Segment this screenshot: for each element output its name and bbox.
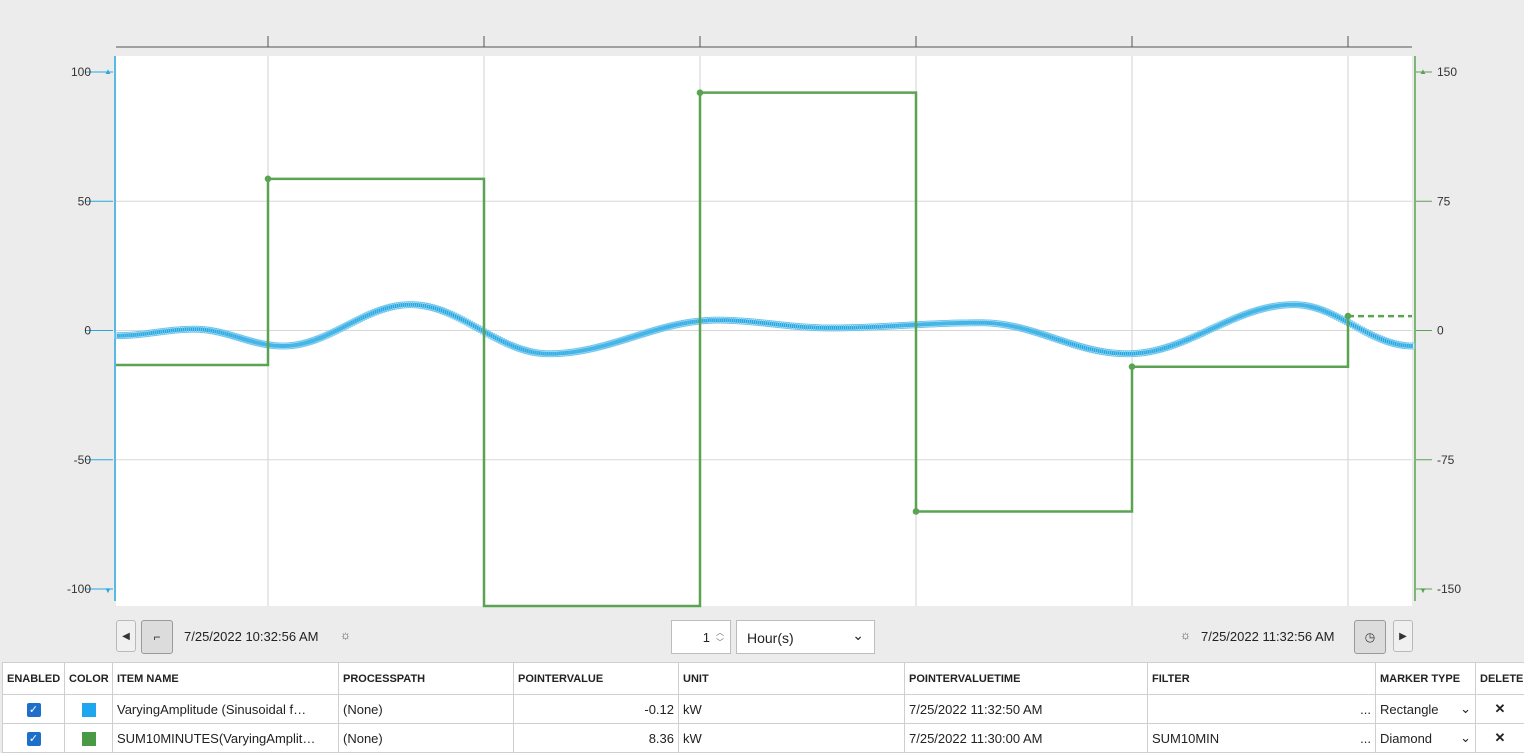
table-header-row: ENABLED COLOR ITEM NAME PROCESSPATH POIN… [3, 663, 1524, 695]
trend-chart: 100 50 0 -50 -100 150 75 0 -75 -150 ▲ ▼ ▲ ▼ [0, 0, 1524, 618]
stepper-up-icon[interactable]: ︿ [716, 629, 724, 637]
table-row: ✓ SUM10MINUTES(VaryingAmplit… (None) 8.3… [3, 724, 1524, 753]
end-time-picker-icon[interactable]: ☼ [1180, 628, 1191, 642]
enabled-cell: ✓ [3, 695, 65, 724]
left-axis-tick-label: 50 [78, 194, 92, 208]
pointervalue-cell: -0.12 [514, 695, 679, 724]
live-mode-button[interactable]: ◷ [1354, 620, 1386, 654]
col-header-enabled[interactable]: ENABLED [3, 663, 65, 695]
pointervaluetime-cell: 7/25/2022 11:30:00 AM [905, 724, 1148, 753]
left-axis-tick-label: -100 [67, 582, 91, 596]
color-swatch[interactable] [82, 732, 96, 746]
unit-cell: kW [679, 695, 905, 724]
item-name-cell: SUM10MINUTES(VaryingAmplit… [113, 724, 339, 753]
chevron-down-icon: ⌄ [1460, 730, 1471, 746]
start-time[interactable]: 7/25/2022 10:32:56 AM [184, 629, 318, 644]
left-axis-tick-label: 0 [84, 324, 91, 338]
chevron-down-icon: ⌄ [1460, 701, 1471, 717]
start-time-picker-icon[interactable]: ☼ [340, 628, 351, 642]
right-axis-tick-label: -75 [1437, 453, 1455, 467]
col-header-unit[interactable]: UNIT [679, 663, 905, 695]
end-time[interactable]: 7/25/2022 11:32:56 AM [1201, 629, 1334, 644]
right-axis-scroll-up-icon: ▲ [1419, 67, 1427, 76]
enabled-cell: ✓ [3, 724, 65, 753]
pointervalue-cell: 8.36 [514, 724, 679, 753]
right-axis-scroll-down-icon: ▼ [1419, 586, 1427, 595]
duration-unit-value: Hour(s) [747, 630, 794, 646]
scroll-forward-button[interactable]: ▶ [1393, 620, 1413, 652]
delete-cell: ✕ [1476, 724, 1524, 753]
left-axis-scroll-down-icon: ▼ [104, 586, 112, 595]
left-axis-tick-label: 100 [71, 65, 91, 79]
duration-stepper[interactable]: 1 ︿ ﹀ [671, 620, 731, 654]
filter-edit-ellipsis[interactable]: ... [1360, 702, 1371, 717]
color-cell [65, 724, 113, 753]
right-axis-tick-label: 75 [1437, 194, 1451, 208]
col-header-processpath[interactable]: PROCESSPATH [339, 663, 514, 695]
enabled-checkbox[interactable]: ✓ [27, 703, 41, 717]
right-axis-tick-label: -150 [1437, 582, 1461, 596]
marker-type-value: Rectangle [1380, 702, 1439, 717]
series-sum10minutes-marker [1129, 363, 1136, 370]
step-mode-button[interactable]: ⌐ [141, 620, 173, 654]
item-name-cell: VaryingAmplitude (Sinusoidal f… [113, 695, 339, 724]
series-sum10minutes-marker [913, 508, 920, 515]
col-header-marker-type[interactable]: MARKER TYPE [1376, 663, 1476, 695]
marker-type-cell[interactable]: Rectangle ⌄ [1376, 695, 1476, 724]
scroll-back-button[interactable]: ◀ [116, 620, 136, 652]
delete-cell: ✕ [1476, 695, 1524, 724]
right-axis-tick-label: 0 [1437, 324, 1444, 338]
left-axis-scroll-up-icon: ▲ [104, 67, 112, 76]
trend-items-table: ENABLED COLOR ITEM NAME PROCESSPATH POIN… [2, 662, 1524, 753]
processpath-cell: (None) [339, 695, 514, 724]
series-sum10minutes-marker [697, 89, 704, 96]
duration-value: 1 [703, 630, 710, 645]
marker-type-value: Diamond [1380, 731, 1432, 746]
caret-right-icon: ▶ [1399, 631, 1407, 642]
enabled-checkbox[interactable]: ✓ [27, 732, 41, 746]
col-header-filter[interactable]: FILTER [1148, 663, 1376, 695]
col-header-delete[interactable]: DELETE [1476, 663, 1524, 695]
delete-icon[interactable]: ✕ [1495, 730, 1506, 745]
series-sum10minutes-marker [1345, 313, 1352, 320]
series-sum10minutes-marker [265, 176, 272, 183]
left-axis-tick-label: -50 [74, 453, 92, 467]
stepper-down-icon[interactable]: ﹀ [716, 639, 724, 647]
col-header-pointervalue[interactable]: POINTERVALUE [514, 663, 679, 695]
chevron-down-icon: ⌄ [852, 627, 864, 644]
marker-type-cell[interactable]: Diamond ⌄ [1376, 724, 1476, 753]
filter-cell[interactable]: ... [1148, 695, 1376, 724]
clock-icon: ◷ [1365, 630, 1375, 644]
duration-unit-select[interactable]: Hour(s) ⌄ [736, 620, 875, 654]
unit-cell: kW [679, 724, 905, 753]
col-header-item-name[interactable]: ITEM NAME [113, 663, 339, 695]
col-header-color[interactable]: COLOR [65, 663, 113, 695]
time-controls: ◀ ⌐ 7/25/2022 10:32:56 AM ☼ 1 ︿ ﹀ Hour(s… [0, 618, 1524, 658]
step-icon: ⌐ [153, 630, 160, 644]
filter-cell[interactable]: SUM10MIN... [1148, 724, 1376, 753]
delete-icon[interactable]: ✕ [1495, 701, 1506, 716]
col-header-pointervaluetime[interactable]: POINTERVALUETIME [905, 663, 1148, 695]
caret-left-icon: ◀ [122, 631, 130, 642]
filter-edit-ellipsis[interactable]: ... [1360, 731, 1371, 746]
filter-value: SUM10MIN [1152, 731, 1219, 746]
table-row: ✓ VaryingAmplitude (Sinusoidal f… (None)… [3, 695, 1524, 724]
right-axis-tick-label: 150 [1437, 65, 1457, 79]
processpath-cell: (None) [339, 724, 514, 753]
color-swatch[interactable] [82, 703, 96, 717]
pointervaluetime-cell: 7/25/2022 11:32:50 AM [905, 695, 1148, 724]
color-cell [65, 695, 113, 724]
